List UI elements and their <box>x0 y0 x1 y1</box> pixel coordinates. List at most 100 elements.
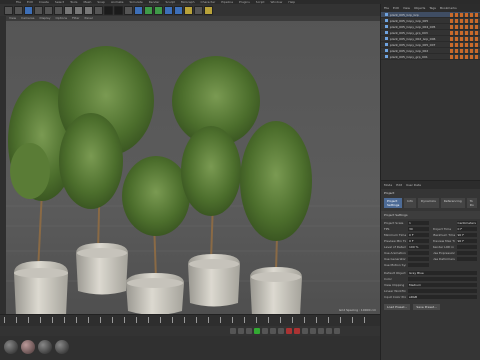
plant-3 <box>122 156 190 314</box>
field-value[interactable]: Centimeters <box>456 221 477 225</box>
keyframe-selection-button[interactable] <box>302 328 308 334</box>
object-menu-item[interactable]: Bookmarks <box>440 6 457 10</box>
object-name: plant_005_Copy_grp_001 <box>390 54 428 59</box>
object-menu-item[interactable]: View <box>403 6 410 10</box>
attribute-tab[interactable]: Project Settings <box>384 198 403 208</box>
array-button[interactable] <box>164 5 173 15</box>
field-value[interactable]: 100 % <box>408 245 429 249</box>
attribute-tab[interactable]: Dynamics <box>418 198 439 208</box>
material-tags[interactable] <box>450 42 480 47</box>
field-label: Color <box>384 277 392 281</box>
object-name: plant_005_Copy_grp_003 <box>390 30 428 35</box>
floor-button[interactable] <box>184 5 193 15</box>
field-value[interactable]: 0 F <box>408 239 429 243</box>
material-tags[interactable] <box>450 24 480 29</box>
field-value[interactable] <box>408 263 429 267</box>
perspective-viewport[interactable]: View Cameras Display Options Filter Panel <box>6 16 380 314</box>
field-value[interactable]: 90 F <box>456 239 477 243</box>
light-button[interactable] <box>204 5 213 15</box>
field-value[interactable] <box>456 245 477 249</box>
material-tags[interactable] <box>450 18 480 23</box>
z-axis-button[interactable] <box>84 5 93 15</box>
position-key-button[interactable] <box>310 328 316 334</box>
field-value[interactable] <box>408 289 477 293</box>
material-1[interactable] <box>4 340 18 354</box>
field-value[interactable] <box>408 251 429 255</box>
material-tags[interactable] <box>450 48 480 53</box>
spline-pen-button[interactable] <box>144 5 153 15</box>
material-2[interactable] <box>21 340 35 354</box>
attribute-tab[interactable]: To Do <box>466 198 477 208</box>
goto-end-button[interactable] <box>278 328 284 334</box>
null-object-icon <box>385 31 388 34</box>
material-tags[interactable] <box>450 54 480 59</box>
attribute-field: Default Object ColorGray Blue <box>384 271 477 275</box>
subdivision-surface-button[interactable] <box>154 5 163 15</box>
autokey-button[interactable] <box>294 328 300 334</box>
field-value[interactable]: 1 <box>408 221 429 225</box>
preset-button[interactable]: Save Preset... <box>413 304 440 310</box>
camera-button[interactable] <box>194 5 203 15</box>
material-4[interactable] <box>55 340 69 354</box>
scale-key-button[interactable] <box>318 328 324 334</box>
bend-deformer-button[interactable] <box>174 5 183 15</box>
plant-5 <box>240 121 312 314</box>
object-menu-item[interactable]: Edit <box>393 6 399 10</box>
field-value[interactable]: 0 F <box>456 227 477 231</box>
prev-key-button[interactable] <box>238 328 244 334</box>
field-value[interactable]: 0 F <box>408 233 429 237</box>
object-menu-item[interactable]: Objects <box>414 6 425 10</box>
attribute-menu-item[interactable]: User Data <box>406 183 421 187</box>
field-value[interactable] <box>408 277 477 281</box>
object-menu-item[interactable]: Tags <box>429 6 436 10</box>
attribute-menu-item[interactable]: Mode <box>384 183 392 187</box>
object-row[interactable]: plant_005_Copy_grp_001 <box>381 54 480 60</box>
field-label: Render LOD in Editor <box>432 245 455 249</box>
next-frame-button[interactable] <box>262 328 268 334</box>
material-tags[interactable] <box>450 30 480 35</box>
prev-frame-button[interactable] <box>246 328 252 334</box>
render-settings-button[interactable] <box>124 5 133 15</box>
scale-tool-button[interactable] <box>44 5 53 15</box>
redo-button[interactable] <box>14 5 23 15</box>
y-axis-button[interactable] <box>74 5 83 15</box>
attribute-menu-item[interactable]: Edit <box>396 183 402 187</box>
attribute-field: Linear Workflow <box>384 289 477 293</box>
material-3[interactable] <box>38 340 52 354</box>
cube-button[interactable] <box>134 5 143 15</box>
field-value[interactable]: Gray Blue <box>408 271 477 275</box>
timeline-settings-button[interactable] <box>334 328 340 334</box>
goto-start-button[interactable] <box>230 328 236 334</box>
preset-button[interactable]: Load Preset... <box>384 304 411 310</box>
timeline-ruler[interactable] <box>4 317 374 323</box>
attribute-tab[interactable]: Info <box>404 198 416 208</box>
render-view-button[interactable] <box>104 5 113 15</box>
field-value[interactable] <box>456 257 477 261</box>
field-value[interactable]: 30 <box>408 227 429 231</box>
field-value[interactable]: Medium <box>408 283 477 287</box>
rotation-key-button[interactable] <box>326 328 332 334</box>
attribute-field: Project Scale 1 <box>384 221 429 225</box>
live-selection-button[interactable] <box>24 5 33 15</box>
render-picture-viewer-button[interactable] <box>114 5 123 15</box>
move-tool-button[interactable] <box>34 5 43 15</box>
field-value[interactable]: sRGB <box>408 295 477 299</box>
record-button[interactable] <box>286 328 292 334</box>
field-value[interactable] <box>408 257 429 261</box>
timeline[interactable] <box>0 314 380 326</box>
x-axis-button[interactable] <box>64 5 73 15</box>
rotate-tool-button[interactable] <box>54 5 63 15</box>
preset-buttons: Load Preset... Save Preset... <box>381 301 480 313</box>
attribute-tab[interactable]: Referencing <box>440 198 465 208</box>
field-value[interactable] <box>456 251 477 255</box>
material-tags[interactable] <box>450 12 480 17</box>
object-menu-item[interactable]: File <box>384 6 389 10</box>
attribute-field: Input Color ProfilesRGB <box>384 295 477 299</box>
play-button[interactable] <box>254 328 260 334</box>
coordinate-system-button[interactable] <box>94 5 103 15</box>
next-key-button[interactable] <box>270 328 276 334</box>
undo-button[interactable] <box>4 5 13 15</box>
field-label: Use Expression <box>432 251 455 255</box>
material-tags[interactable] <box>450 36 480 41</box>
field-value[interactable]: 90 F <box>456 233 477 237</box>
